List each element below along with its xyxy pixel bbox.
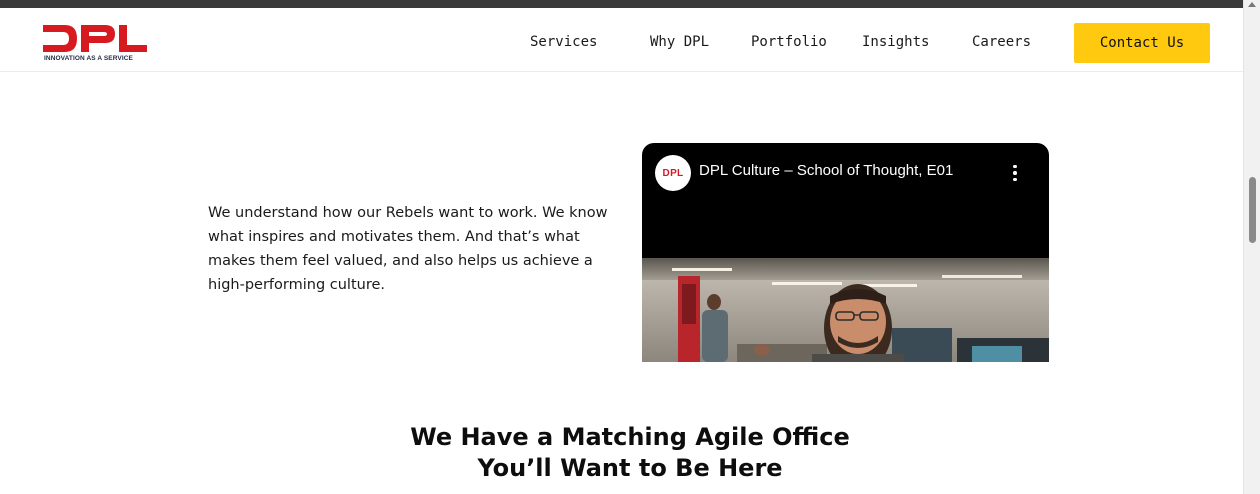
logo-tagline: INNOVATION AS A SERVICE [44,55,133,62]
nav-portfolio[interactable]: Portfolio [751,34,827,50]
contact-us-button[interactable]: Contact Us [1074,23,1210,63]
dpl-logo[interactable]: INNOVATION AS A SERVICE [43,25,163,65]
embedded-video-player[interactable]: DPL DPL Culture – School of Thought, E01 [642,143,1049,362]
page-scrollbar[interactable] [1243,0,1260,494]
heading-line-1: We Have a Matching Agile Office [410,423,850,451]
dpl-logo-mark [43,25,147,52]
site-header: INNOVATION AS A SERVICE Services Why DPL… [0,8,1243,72]
scroll-up-arrow-icon[interactable] [1248,2,1256,7]
nav-insights[interactable]: Insights [862,34,929,50]
channel-avatar-text: DPL [662,167,684,179]
video-title[interactable]: DPL Culture – School of Thought, E01 [699,162,953,179]
nav-why-dpl[interactable]: Why DPL [650,34,709,50]
scrollbar-thumb[interactable] [1249,177,1256,243]
more-vertical-icon[interactable] [1008,159,1022,187]
browser-top-strip [0,0,1243,8]
video-thumbnail-image [642,258,1049,362]
nav-careers[interactable]: Careers [972,34,1031,50]
office-section-heading: We Have a Matching Agile Office You’ll W… [0,422,1260,484]
nav-services[interactable]: Services [530,34,597,50]
heading-line-2: You’ll Want to Be Here [477,454,783,482]
channel-avatar[interactable]: DPL [655,155,691,191]
culture-intro-text: We understand how our Rebels want to wor… [208,205,608,293]
